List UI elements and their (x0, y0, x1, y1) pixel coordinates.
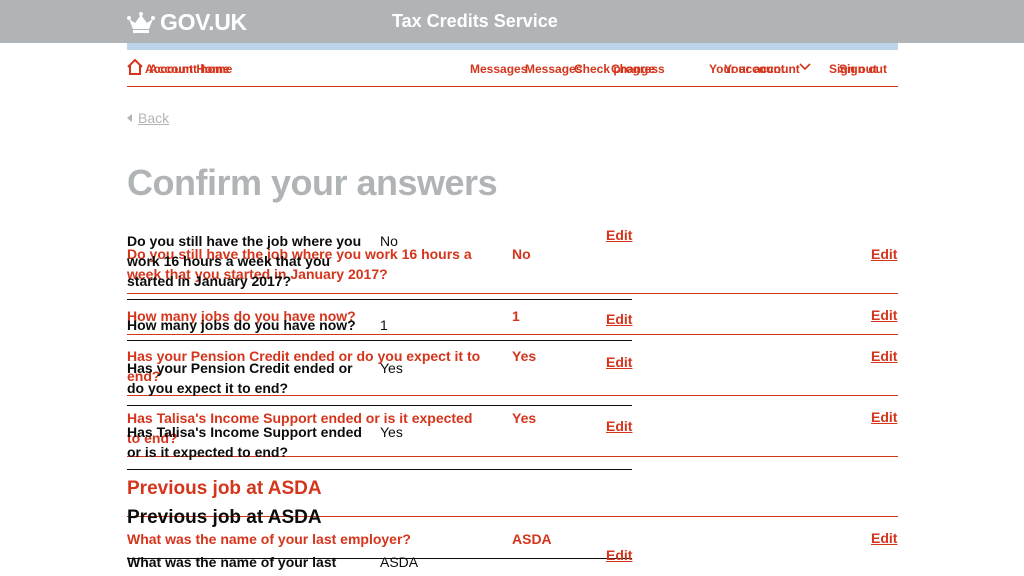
edit-link-a-5[interactable]: Edit (871, 530, 897, 546)
employer-question-a: What was the name of your last employer? (127, 531, 411, 547)
account-nav: Account Home Account home Messages Messa… (127, 58, 898, 80)
nav-sign-out-overlay[interactable]: Sign out (839, 62, 887, 76)
nav-account-home-overlay[interactable]: Account home (149, 62, 232, 76)
employer-question-b: What was the name of your last employer? (127, 554, 337, 576)
section-heading-a: Previous job at ASDA (127, 478, 322, 499)
nav-divider (127, 86, 898, 87)
question-b-4: Has Talisa's Income Support ended or is … (127, 424, 362, 460)
employer-answer-b: ASDA (380, 554, 419, 570)
answer-a-3: Yes (512, 348, 537, 364)
answer-b-2: 1 (380, 317, 388, 333)
edit-link-b-1[interactable]: Edit (606, 227, 632, 243)
answer-a-1: No (512, 246, 531, 262)
answer-b-4: Yes (380, 424, 403, 440)
nav-your-account-overlay[interactable]: Your account (724, 62, 800, 76)
back-label: Back (138, 110, 170, 126)
row-divider (127, 469, 632, 470)
row-divider (127, 293, 898, 294)
answer-a-2: 1 (512, 308, 520, 324)
question-b-1: Do you still have the job where you work… (127, 233, 362, 289)
chevron-down-icon[interactable] (799, 62, 811, 72)
edit-link-b-2[interactable]: Edit (606, 311, 632, 327)
service-name[interactable]: Tax Credits Service (392, 11, 558, 32)
nav-change[interactable]: Change (611, 62, 655, 76)
edit-link-b-5[interactable]: Edit (606, 547, 632, 563)
logo-text: GOV.UK (160, 8, 247, 35)
nav-messages[interactable]: Messages (470, 62, 527, 76)
back-triangle-icon (127, 114, 132, 122)
page-title: Confirm your answers (127, 162, 498, 203)
edit-link-a-1[interactable]: Edit (871, 246, 897, 262)
answer-b-3: Yes (380, 360, 403, 376)
edit-link-a-2[interactable]: Edit (871, 307, 897, 323)
phase-stripe (127, 43, 898, 50)
back-link[interactable]: Back (127, 110, 169, 126)
site-header: GOV.UK Tax Credits Service (0, 0, 1024, 43)
employer-answer-a: ASDA (512, 531, 552, 547)
answer-b-1: No (380, 233, 398, 249)
home-icon[interactable] (127, 59, 143, 75)
question-b-2: How many jobs do you have now? (127, 317, 356, 333)
edit-link-b-3[interactable]: Edit (606, 354, 632, 370)
edit-link-a-4[interactable]: Edit (871, 409, 897, 425)
row-divider (127, 340, 632, 341)
section-heading-b: Previous job at ASDA (127, 507, 322, 528)
edit-link-a-3[interactable]: Edit (871, 348, 897, 364)
crown-icon (127, 12, 155, 33)
question-b-3: Has your Pension Credit ended or do you … (127, 360, 353, 396)
govuk-logo[interactable]: GOV.UK (127, 8, 247, 36)
edit-link-b-4[interactable]: Edit (606, 418, 632, 434)
row-divider (127, 299, 632, 300)
row-divider (127, 405, 632, 406)
answer-a-4: Yes (512, 410, 537, 426)
